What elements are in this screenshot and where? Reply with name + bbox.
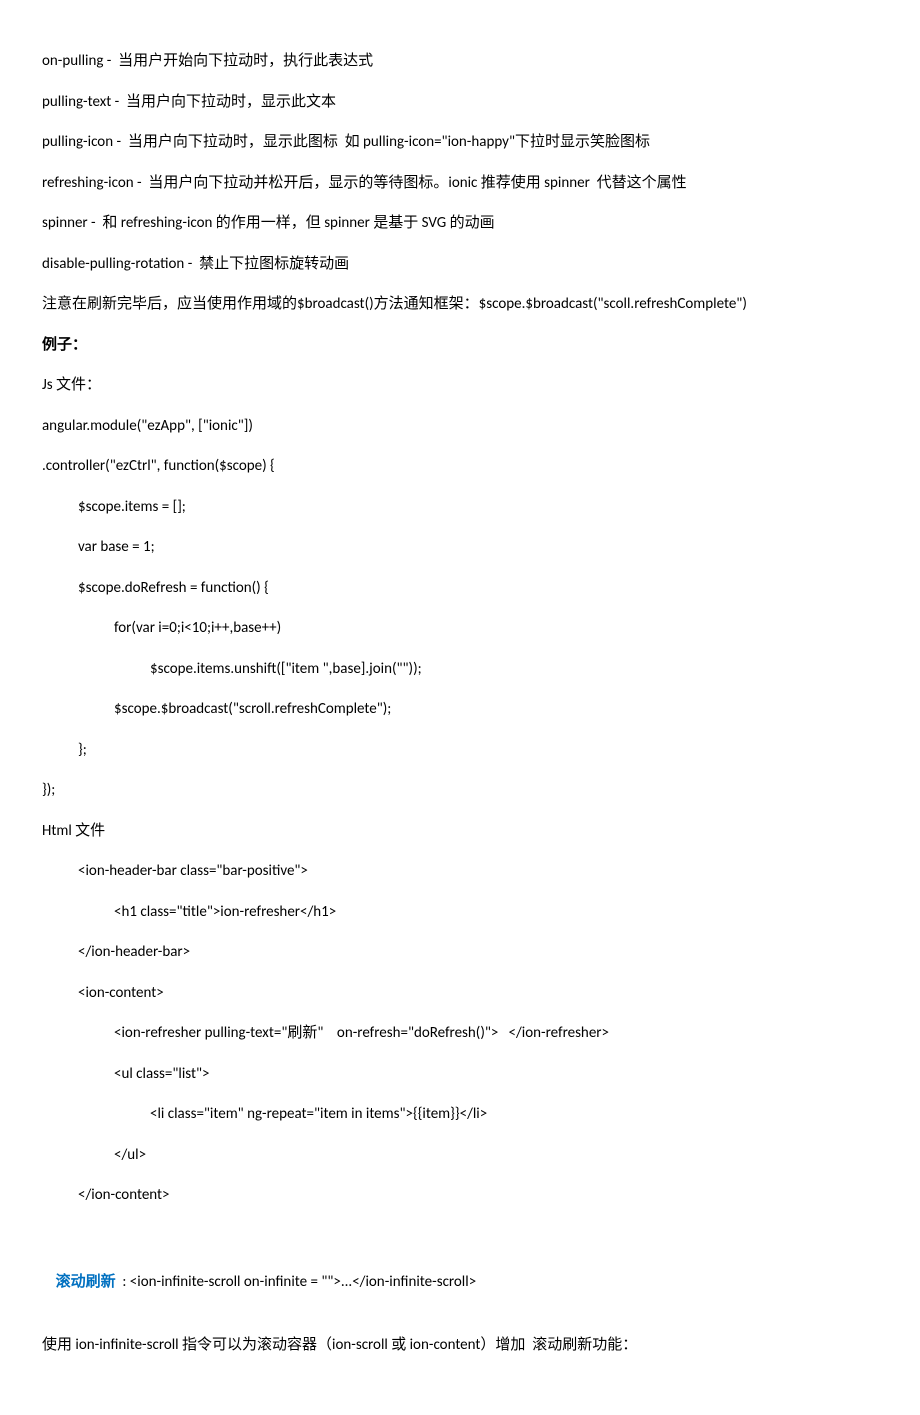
scroll-refresh-rest: : <ion-infinite-scroll on-infinite = "">… <box>116 1273 477 1291</box>
last-paragraph: 使用 ion-infinite-scroll 指令可以为滚动容器（ion-scr… <box>42 1334 878 1357</box>
line-28: </ion-content> <box>42 1184 878 1207</box>
line-14: for(var i=0;i<10;i++,base++) <box>42 617 878 640</box>
line-13: $scope.doRefresh = function() { <box>42 577 878 600</box>
line-12: var base = 1; <box>42 536 878 559</box>
scroll-refresh-title: 滚动刷新 <box>56 1273 116 1291</box>
line-16: $scope.$broadcast("scroll.refreshComplet… <box>42 698 878 721</box>
line-18: }); <box>42 779 878 802</box>
line-9: angular.module("ezApp", ["ionic"]) <box>42 415 878 438</box>
line-20: <ion-header-bar class="bar-positive"> <box>42 860 878 883</box>
line-11: $scope.items = []; <box>42 496 878 519</box>
line-5: disable-pulling-rotation - 禁止下拉图标旋转动画 <box>42 253 878 276</box>
line-21: <h1 class="title">ion-refresher</h1> <box>42 901 878 924</box>
line-6: 注意在刷新完毕后，应当使用作用域的$broadcast()方法通知框架：$sco… <box>42 293 878 316</box>
content-lines: on-pulling - 当用户开始向下拉动时，执行此表达式 pulling-te… <box>42 50 878 1207</box>
line-7: 例子： <box>42 334 878 357</box>
line-24: <ion-refresher pulling-text="刷新" on-refr… <box>42 1022 878 1045</box>
document-page: on-pulling - 当用户开始向下拉动时，执行此表达式 pulling-te… <box>0 0 920 1415</box>
line-4: spinner - 和 refreshing-icon 的作用一样，但 spin… <box>42 212 878 235</box>
line-25: <ul class="list"> <box>42 1063 878 1086</box>
line-1: pulling-text - 当用户向下拉动时，显示此文本 <box>42 91 878 114</box>
line-22: </ion-header-bar> <box>42 941 878 964</box>
line-17: }; <box>42 739 878 762</box>
scroll-refresh-line: 滚动刷新 : <ion-infinite-scroll on-infinite … <box>42 1249 878 1317</box>
line-10: .controller("ezCtrl", function($scope) { <box>42 455 878 478</box>
line-26: <li class="item" ng-repeat="item in item… <box>42 1103 878 1126</box>
line-15: $scope.items.unshift(["item ",base].join… <box>42 658 878 681</box>
line-3: refreshing-icon - 当用户向下拉动并松开后，显示的等待图标。io… <box>42 172 878 195</box>
line-2: pulling-icon - 当用户向下拉动时，显示此图标 如 pulling-… <box>42 131 878 154</box>
line-8: Js 文件： <box>42 374 878 397</box>
line-23: <ion-content> <box>42 982 878 1005</box>
line-19: Html 文件 <box>42 820 878 843</box>
line-27: </ul> <box>42 1144 878 1167</box>
line-0: on-pulling - 当用户开始向下拉动时，执行此表达式 <box>42 50 878 73</box>
